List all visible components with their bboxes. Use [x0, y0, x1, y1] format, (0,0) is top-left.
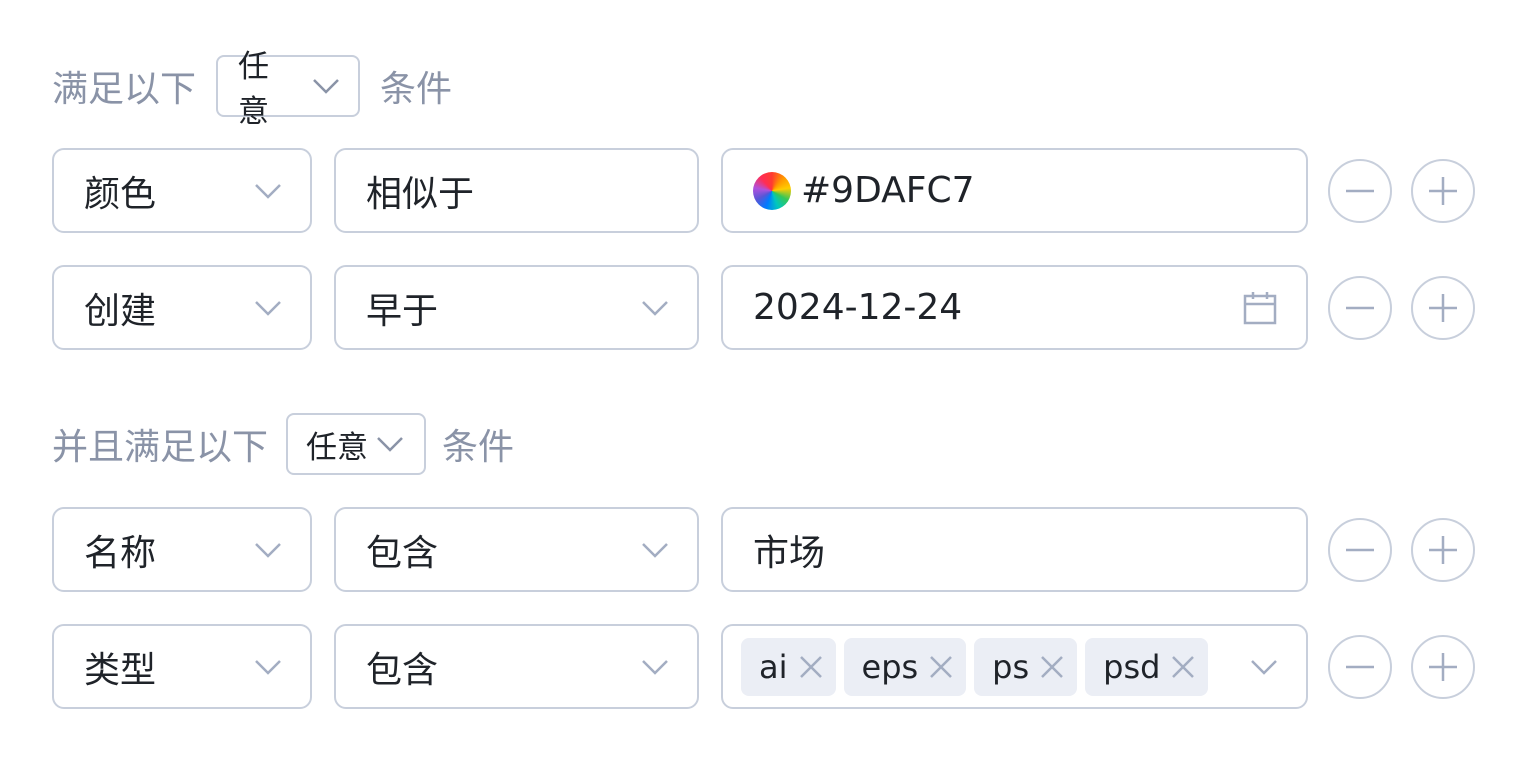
color-value-input[interactable]: #9DAFC7: [721, 148, 1308, 233]
plus-icon: [1429, 653, 1457, 681]
calendar-icon[interactable]: [1242, 290, 1278, 326]
plus-icon: [1429, 177, 1457, 205]
condition-operator-value: 早于: [366, 290, 439, 332]
condition-field-value: 类型: [84, 649, 157, 691]
chevron-down-icon: [255, 300, 281, 316]
group1-mode-value: 任意: [238, 49, 270, 130]
minus-icon: [1346, 189, 1374, 193]
tag-eps: eps: [843, 637, 967, 696]
plus-icon: [1429, 536, 1457, 564]
minus-icon: [1346, 548, 1374, 552]
remove-condition-button[interactable]: [1328, 159, 1392, 223]
add-condition-button[interactable]: [1411, 635, 1475, 699]
group2-heading: 并且满足以下 任意 条件: [52, 413, 514, 475]
condition-field-value: 颜色: [84, 173, 157, 215]
group1-prefix: 满足以下: [52, 69, 197, 110]
tag-label: psd: [1103, 647, 1161, 686]
chevron-down-icon: [642, 659, 668, 675]
group2-mode-value: 任意: [306, 429, 369, 466]
condition-operator-select[interactable]: 包含: [334, 624, 699, 709]
close-icon[interactable]: [928, 654, 954, 680]
condition-field-select[interactable]: 创建: [52, 265, 312, 350]
tag-list: ai eps ps psd: [741, 637, 1250, 696]
condition-field-value: 名称: [84, 532, 157, 574]
chevron-down-icon: [255, 542, 281, 558]
date-value-input[interactable]: 2024-12-24: [721, 265, 1308, 350]
condition-operator-value: 包含: [366, 532, 439, 574]
chevron-down-icon: [1251, 659, 1277, 675]
minus-icon: [1346, 665, 1374, 669]
text-value: 市场: [753, 532, 826, 574]
tag-ai: ai: [741, 637, 836, 696]
remove-condition-button[interactable]: [1328, 635, 1392, 699]
close-icon[interactable]: [1039, 654, 1065, 680]
tag-ps: ps: [974, 637, 1078, 696]
group2-mode-select[interactable]: 任意: [286, 413, 427, 475]
chevron-down-icon: [255, 659, 281, 675]
condition-field-select[interactable]: 颜色: [52, 148, 312, 233]
chevron-down-icon: [377, 437, 403, 452]
condition-operator-value: 包含: [366, 649, 439, 691]
add-condition-button[interactable]: [1411, 518, 1475, 582]
condition-field-value: 创建: [84, 290, 157, 332]
chevron-down-icon: [255, 183, 281, 199]
chevron-down-icon: [642, 542, 668, 558]
group2-prefix: 并且满足以下: [52, 427, 269, 468]
condition-field-select[interactable]: 类型: [52, 624, 312, 709]
chevron-down-icon: [313, 79, 339, 94]
color-value: #9DAFC7: [801, 170, 975, 211]
close-icon[interactable]: [798, 654, 824, 680]
remove-condition-button[interactable]: [1328, 276, 1392, 340]
group1-heading: 满足以下 任意 条件: [52, 49, 453, 130]
text-value-input[interactable]: 市场: [721, 507, 1308, 592]
chevron-down-icon: [642, 300, 668, 316]
condition-operator-field[interactable]: 相似于: [334, 148, 699, 233]
close-icon[interactable]: [1170, 654, 1196, 680]
tag-label: ps: [992, 647, 1030, 686]
tag-label: ai: [759, 647, 788, 686]
condition-operator-select[interactable]: 包含: [334, 507, 699, 592]
condition-operator-value: 相似于: [366, 173, 475, 215]
group2-suffix: 条件: [442, 427, 515, 468]
plus-icon: [1429, 294, 1457, 322]
tag-psd: psd: [1085, 637, 1209, 696]
add-condition-button[interactable]: [1411, 276, 1475, 340]
color-wheel-icon[interactable]: [753, 171, 791, 210]
date-value: 2024-12-24: [753, 287, 963, 328]
remove-condition-button[interactable]: [1328, 518, 1392, 582]
add-condition-button[interactable]: [1411, 159, 1475, 223]
group1-suffix: 条件: [380, 69, 453, 110]
group1-mode-select[interactable]: 任意: [216, 49, 361, 130]
tag-label: eps: [861, 647, 919, 686]
minus-icon: [1346, 306, 1374, 310]
condition-field-select[interactable]: 名称: [52, 507, 312, 592]
type-multiselect[interactable]: ai eps ps psd: [721, 624, 1308, 709]
condition-operator-select[interactable]: 早于: [334, 265, 699, 350]
